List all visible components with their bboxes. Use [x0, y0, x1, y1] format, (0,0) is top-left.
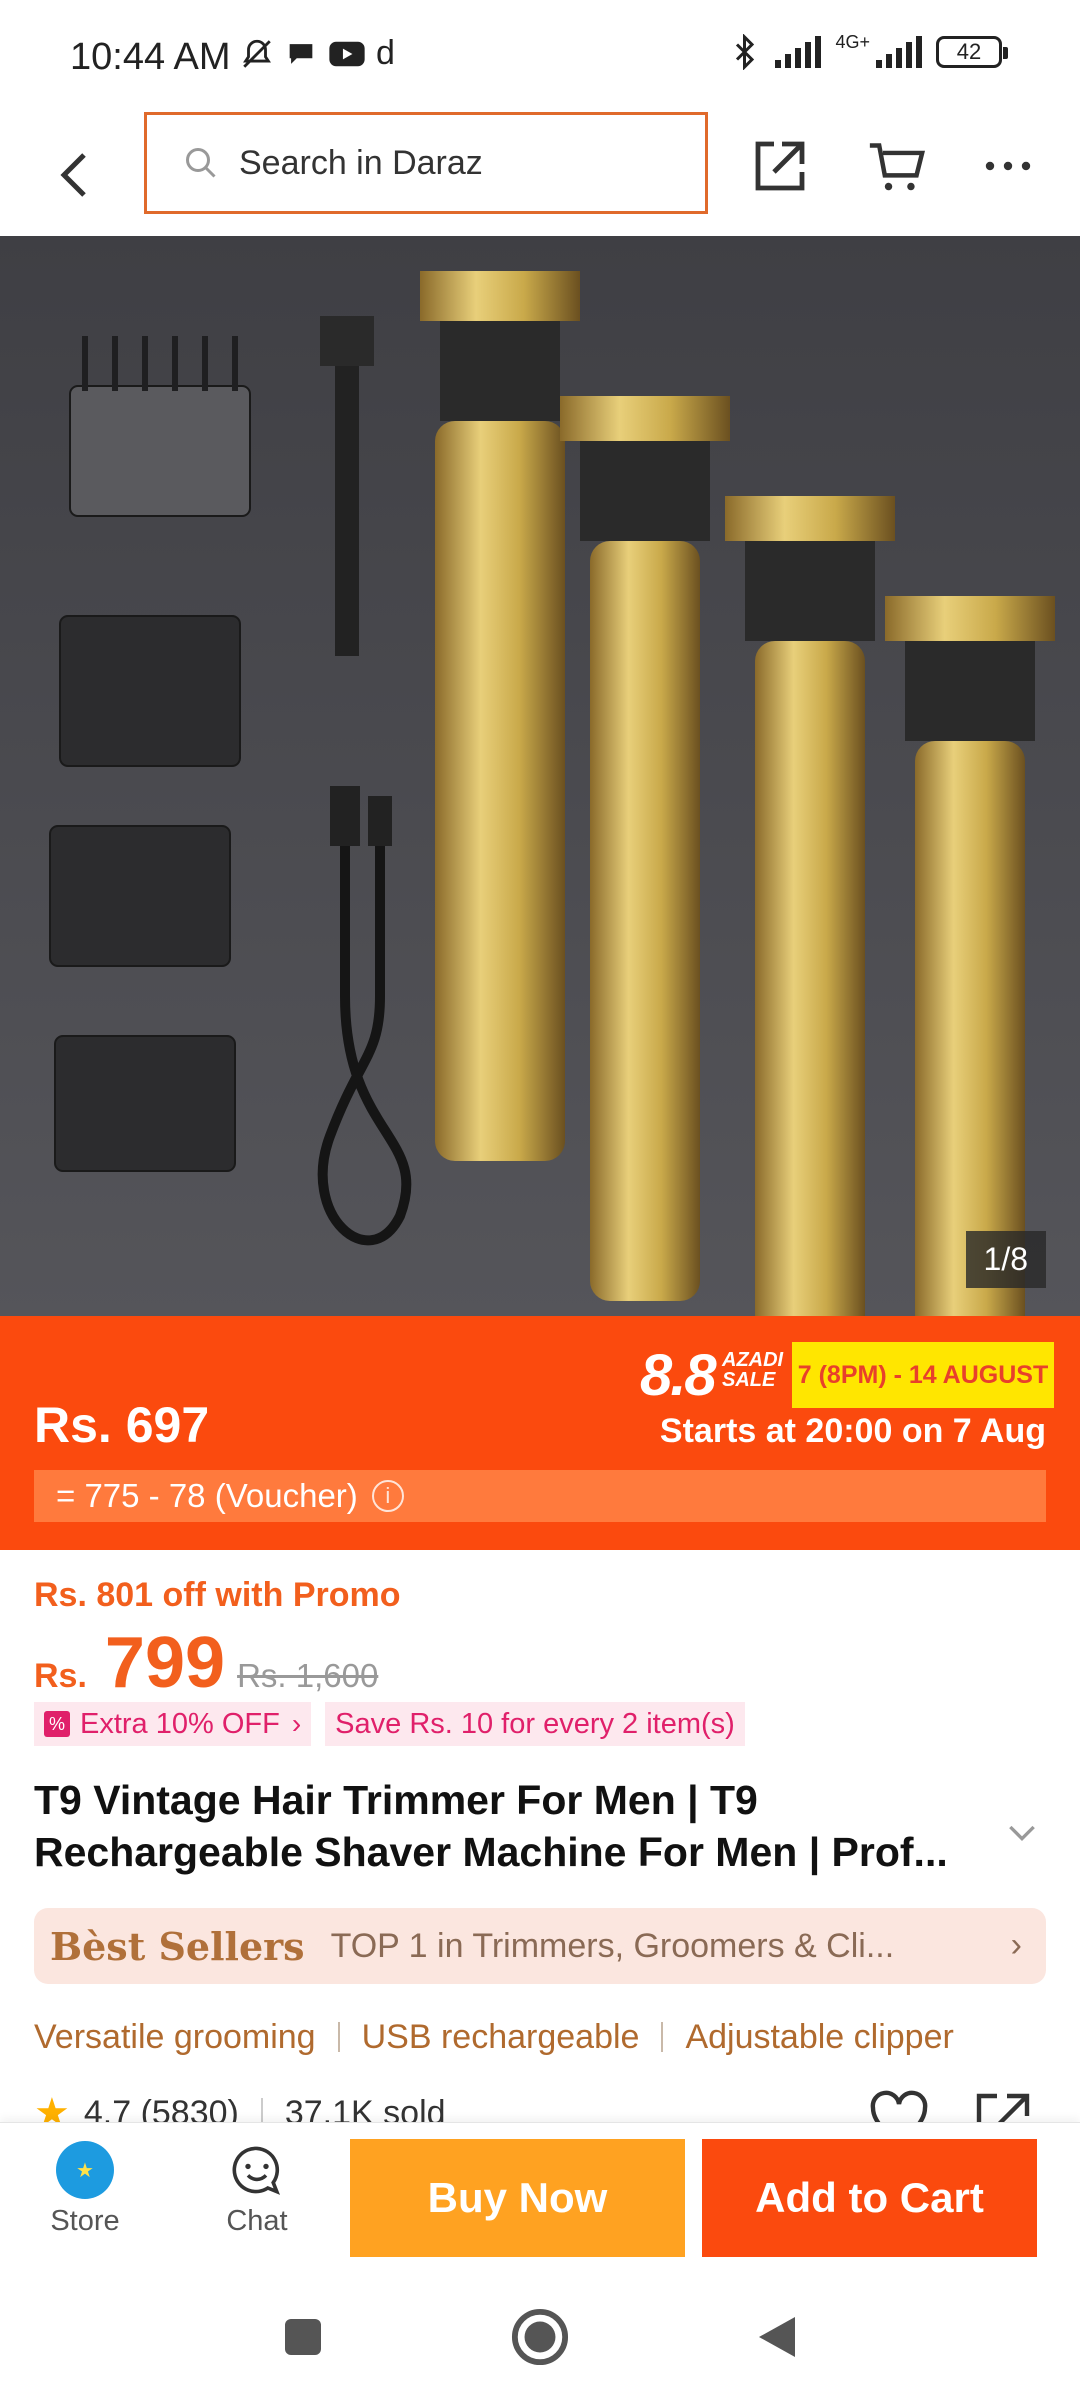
- share-icon: [755, 141, 805, 191]
- more-button[interactable]: [972, 130, 1044, 202]
- flash-sale-banner: 8.8 AZADI SALE 7 (8PM) - 14 AUGUST Rs. 69…: [0, 1316, 1080, 1550]
- back-arrow-icon: [60, 153, 86, 197]
- product-title[interactable]: T9 Vintage Hair Trimmer For Men | T9 Rec…: [34, 1774, 994, 1878]
- search-placeholder: Search in Daraz: [239, 143, 483, 182]
- highlight-item: Versatile grooming: [34, 2017, 316, 2056]
- signal-icon: [775, 36, 822, 68]
- add-to-cart-button[interactable]: Add to Cart: [702, 2139, 1037, 2257]
- sale-start-time: Starts at 20:00 on 7 Aug: [659, 1412, 1046, 1450]
- chevron-right-icon: ›: [291, 1708, 302, 1739]
- back-triangle-icon: [759, 2317, 795, 2357]
- daraz-d-icon: d: [376, 34, 395, 72]
- highlight-item: Adjustable clipper: [685, 2017, 954, 2056]
- sale-logo-sale: SALE: [722, 1369, 776, 1391]
- best-sellers-rank: TOP 1 in Trimmers, Groomers & Cli...: [330, 1926, 895, 1965]
- share-button[interactable]: [744, 130, 816, 202]
- best-sellers-banner[interactable]: Bèst Sellers TOP 1 in Trimmers, Groomers…: [34, 1908, 1046, 1984]
- info-icon: i: [371, 1480, 404, 1512]
- highlight-divider: [661, 2022, 664, 2052]
- product-highlights: Versatile grooming USB rechargeable Adju…: [34, 2012, 1080, 2062]
- search-icon: [186, 148, 216, 178]
- original-price: Rs. 1,600: [237, 1657, 379, 1694]
- youtube-icon: [329, 41, 365, 66]
- sale-logo-small: AZADI SALE: [722, 1350, 783, 1390]
- highlight-divider: [337, 2022, 340, 2052]
- extra-off-tag[interactable]: % Extra 10% OFF ›: [34, 1702, 312, 1746]
- azadi-sale-logo: 8.8 AZADI SALE: [640, 1342, 790, 1408]
- chat-button[interactable]: Chat: [192, 2139, 322, 2238]
- system-nav-bar: [0, 2272, 1080, 2400]
- back-button[interactable]: [44, 130, 104, 220]
- store-label: Store: [50, 2205, 120, 2237]
- price-currency: Rs.: [34, 1657, 87, 1695]
- chat-icon: [232, 2146, 281, 2195]
- bluetooth-icon: [736, 34, 755, 70]
- store-button[interactable]: ★ Store: [20, 2139, 150, 2238]
- promo-label: Rs. 801 off with Promo: [34, 1576, 401, 1614]
- square-icon: [285, 2319, 321, 2355]
- sale-logo-azadi: AZADI: [722, 1349, 784, 1371]
- network-type: 4G+: [835, 32, 870, 52]
- signal-icon-2: [876, 36, 922, 68]
- voucher-breakdown[interactable]: = 775 - 78 (Voucher) i: [34, 1470, 1046, 1522]
- home-button[interactable]: [505, 2302, 575, 2372]
- battery-icon: 42: [936, 36, 1008, 68]
- bundle-save-label: Save Rs. 10 for every 2 item(s): [335, 1707, 735, 1740]
- status-time: 10:44 AM: [70, 36, 231, 78]
- extra-off-label: Extra 10% OFF: [80, 1707, 280, 1740]
- promo-tags: % Extra 10% OFF › Save Rs. 10 for every …: [34, 1702, 745, 1746]
- recents-button[interactable]: [268, 2302, 338, 2372]
- chat-bubble-icon: [289, 43, 313, 64]
- bottom-action-bar: ★ Store Chat Buy Now Add to Cart: [0, 2122, 1080, 2272]
- sale-logo-big: 8.8: [640, 1343, 717, 1408]
- chevron-right-icon: ›: [1010, 1926, 1022, 1964]
- best-sellers-logo: Bèst Sellers: [50, 1923, 305, 1969]
- current-price-row: Rs. 799 Rs. 1,600: [34, 1622, 378, 1704]
- voucher-icon: %: [44, 1711, 70, 1737]
- chevron-down-icon[interactable]: [1002, 1812, 1042, 1852]
- price-value: 799: [104, 1623, 226, 1703]
- image-counter: 1/8: [965, 1231, 1046, 1288]
- system-icons: 4G+ 42: [731, 32, 1008, 70]
- store-logo-icon: ★: [56, 2141, 114, 2199]
- more-icon: [985, 161, 1031, 171]
- top-header: Search in Daraz: [0, 110, 1080, 236]
- voucher-text: = 775 - 78 (Voucher): [56, 1477, 358, 1514]
- cart-button[interactable]: [860, 130, 932, 202]
- sale-date-badge: 7 (8PM) - 14 AUGUST: [792, 1342, 1054, 1408]
- mute-icon: [243, 39, 271, 68]
- product-image-gallery[interactable]: 1/8: [0, 236, 1080, 1316]
- product-image: [0, 236, 1080, 1316]
- bundle-save-tag[interactable]: Save Rs. 10 for every 2 item(s): [325, 1702, 745, 1746]
- status-bar: 10:44 AM d 4G+ 42: [0, 0, 1080, 110]
- buy-now-button[interactable]: Buy Now: [350, 2139, 685, 2257]
- sale-price: Rs. 697: [34, 1397, 210, 1453]
- cart-icon: [869, 143, 926, 191]
- back-nav-button[interactable]: [742, 2302, 812, 2372]
- notification-icons: d: [240, 34, 395, 73]
- home-circle-icon: [511, 2308, 569, 2366]
- chat-label: Chat: [226, 2205, 288, 2237]
- highlight-item: USB rechargeable: [361, 2017, 640, 2056]
- search-bar[interactable]: Search in Daraz: [144, 112, 708, 214]
